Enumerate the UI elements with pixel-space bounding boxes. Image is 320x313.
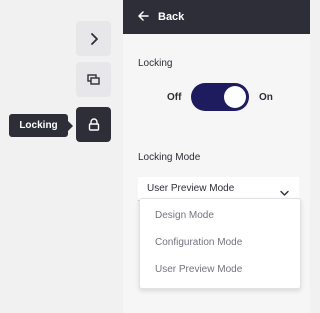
lock-icon [88, 118, 100, 131]
side-panel: Back Locking Off On Locking Mode User Pr… [123, 0, 310, 313]
arrow-left-icon [138, 11, 149, 23]
toggle-knob [224, 86, 246, 108]
back-label: Back [158, 11, 185, 23]
locking-tooltip: Locking [9, 114, 73, 137]
locking-mode-label: Locking Mode [138, 152, 201, 163]
select-value: User Preview Mode [147, 183, 235, 194]
toggle-on-label: On [259, 92, 273, 103]
back-button[interactable]: Back [123, 0, 310, 34]
locking-toggle-row: Off On [123, 83, 310, 111]
locking-button[interactable] [76, 107, 111, 142]
locking-section-label: Locking [138, 58, 173, 69]
toggle-off-label: Off [167, 92, 182, 103]
locking-toggle[interactable] [191, 83, 249, 111]
option-design-mode[interactable]: Design Mode [155, 210, 214, 221]
chevron-right-icon [89, 32, 99, 45]
copy-icon [87, 73, 100, 86]
left-rail: Locking [0, 0, 123, 313]
option-user-preview-mode[interactable]: User Preview Mode [155, 264, 242, 275]
expand-button[interactable] [76, 21, 111, 56]
option-configuration-mode[interactable]: Configuration Mode [155, 237, 242, 248]
copy-button[interactable] [76, 62, 111, 97]
locking-mode-dropdown: Design Mode Configuration Mode User Prev… [139, 198, 301, 289]
